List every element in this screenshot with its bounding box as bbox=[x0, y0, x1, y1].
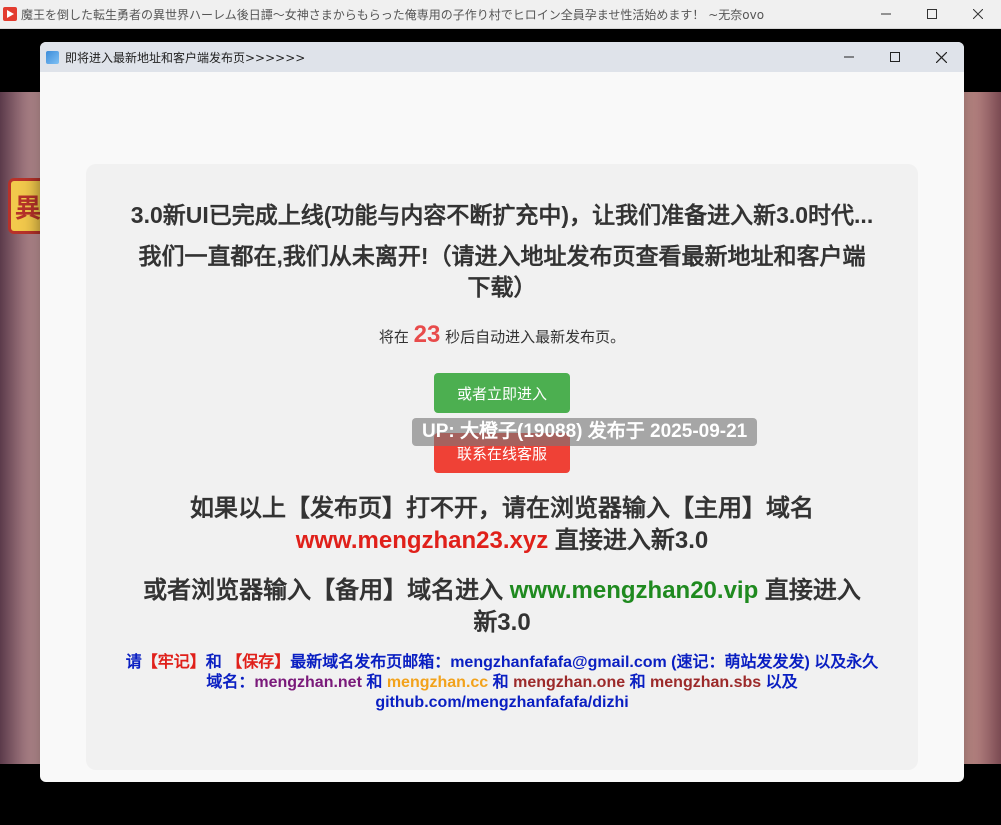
content-card: 3.0新UI已完成上线(功能与内容不断扩充中)，让我们准备进入新3.0时代...… bbox=[86, 164, 918, 770]
notice-dialog: 即将进入最新地址和客户端发布页>>>>>> 3.0新UI已完成上线(功能与内容不… bbox=[40, 42, 964, 782]
note-and-3: 和 bbox=[629, 674, 646, 691]
dialog-app-icon bbox=[46, 50, 59, 64]
dialog-titlebar: 即将进入最新地址和客户端发布页>>>>>> bbox=[40, 42, 964, 72]
enter-now-button[interactable]: 或者立即进入 bbox=[434, 373, 570, 413]
maximize-icon bbox=[890, 52, 900, 62]
headline-new-ui: 3.0新UI已完成上线(功能与内容不断扩充中)，让我们准备进入新3.0时代... bbox=[130, 202, 874, 228]
outer-maximize-button[interactable] bbox=[909, 0, 955, 28]
maximize-icon bbox=[927, 9, 937, 19]
outer-minimize-button[interactable] bbox=[863, 0, 909, 28]
primary-domain-suffix: 直接进入新3.0 bbox=[554, 527, 709, 554]
footer-note: 请【牢记】和 【保存】最新域名发布页邮箱：mengzhanfafafa@gmai… bbox=[122, 653, 882, 713]
permanent-domain-1[interactable]: mengzhan.net bbox=[254, 674, 362, 691]
primary-domain-text: 如果以上【发布页】打不开，请在浏览器输入【主用】域名 www.mengzhan2… bbox=[142, 493, 862, 557]
dialog-close-button[interactable] bbox=[918, 42, 964, 72]
outer-window-title: 魔王を倒した転生勇者の異世界ハーレム後日譚～女神さまからもらった俺専用の子作り村… bbox=[21, 7, 765, 22]
backup-domain-text: 或者浏览器输入【备用】域名进入 www.mengzhan20.vip 直接进入新… bbox=[142, 575, 862, 639]
permanent-domain-4[interactable]: mengzhan.sbs bbox=[650, 674, 761, 691]
backup-domain-link[interactable]: www.mengzhan20.vip bbox=[510, 577, 759, 604]
countdown-number: 23 bbox=[413, 321, 441, 348]
primary-domain-link[interactable]: www.mengzhan23.xyz bbox=[296, 527, 549, 554]
note-and-1: 和 bbox=[366, 674, 383, 691]
dialog-window-controls bbox=[826, 42, 964, 72]
minimize-icon bbox=[844, 56, 854, 58]
note-keep: 【牢记】 bbox=[141, 654, 206, 671]
countdown-prefix: 将在 bbox=[378, 328, 409, 346]
permanent-domain-2[interactable]: mengzhan.cc bbox=[387, 674, 488, 691]
dialog-title: 即将进入最新地址和客户端发布页>>>>>> bbox=[65, 50, 306, 65]
note-part-1: 请 bbox=[125, 654, 142, 671]
play-icon bbox=[3, 7, 17, 21]
minimize-icon bbox=[881, 13, 891, 15]
outer-close-button[interactable] bbox=[955, 0, 1001, 28]
outer-window-controls bbox=[863, 0, 1001, 28]
outer-titlebar: 魔王を倒した転生勇者の異世界ハーレム後日譚～女神さまからもらった俺専用の子作り村… bbox=[0, 0, 1001, 29]
primary-domain-prefix: 如果以上【发布页】打不开，请在浏览器输入【主用】域名 bbox=[190, 495, 814, 522]
countdown-suffix: 秒后自动进入最新发布页。 bbox=[445, 328, 626, 346]
close-icon bbox=[973, 9, 983, 19]
dialog-minimize-button[interactable] bbox=[826, 42, 872, 72]
countdown-text: 将在 23 秒后自动进入最新发布页。 bbox=[86, 321, 918, 349]
note-part-2: 和 bbox=[205, 654, 222, 671]
headline-still-here: 我们一直都在,我们从未离开!（请进入地址发布页查看最新地址和客户端下载） bbox=[138, 243, 866, 300]
permanent-domain-3[interactable]: mengzhan.one bbox=[513, 674, 625, 691]
note-save: 【保存】 bbox=[226, 654, 291, 671]
backup-domain-prefix: 或者浏览器输入【备用】域名进入 bbox=[143, 577, 504, 604]
close-icon bbox=[935, 51, 947, 63]
dialog-maximize-button[interactable] bbox=[872, 42, 918, 72]
uploader-overlay: UP: 大橙子(19088) 发布于 2025-09-21 bbox=[412, 418, 758, 446]
note-and-2: 和 bbox=[492, 674, 509, 691]
